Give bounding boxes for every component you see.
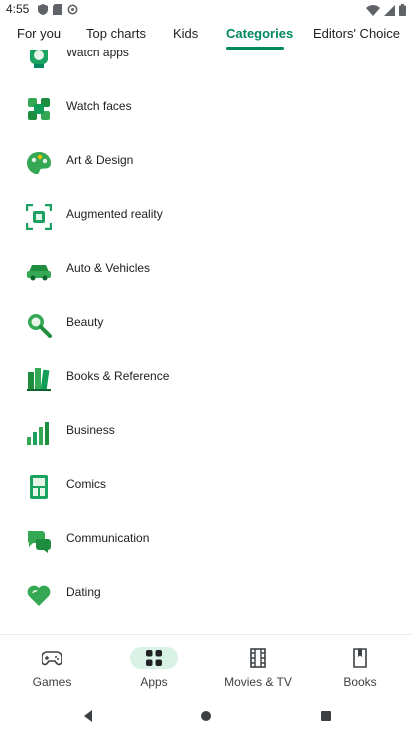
beauty-icon bbox=[28, 314, 52, 338]
nav-label: Apps bbox=[140, 675, 168, 689]
category-augmented-reality[interactable]: Augmented reality bbox=[0, 190, 412, 244]
wifi-icon bbox=[366, 4, 380, 16]
play-protect-icon bbox=[38, 4, 48, 15]
nav-apps[interactable]: Apps bbox=[104, 635, 204, 701]
category-books-reference[interactable]: Books & Reference bbox=[0, 352, 412, 406]
dating-icon bbox=[27, 585, 51, 606]
category-label: Watch apps bbox=[66, 50, 129, 59]
home-icon[interactable] bbox=[198, 708, 214, 724]
tab-kids[interactable]: Kids bbox=[173, 26, 198, 41]
system-status-icons bbox=[366, 4, 406, 16]
bottom-navigation: Games Apps Movies & TV Books bbox=[0, 634, 412, 701]
system-navigation-bar bbox=[0, 700, 412, 732]
category-watch-apps[interactable]: Watch apps bbox=[0, 50, 412, 82]
category-label: Art & Design bbox=[66, 153, 134, 167]
nav-label: Movies & TV bbox=[224, 675, 292, 689]
category-label: Comics bbox=[66, 477, 107, 491]
category-auto-vehicles[interactable]: Auto & Vehicles bbox=[0, 244, 412, 298]
art-design-icon bbox=[27, 152, 51, 174]
sync-icon bbox=[67, 4, 78, 15]
books-reference-icon bbox=[27, 368, 51, 391]
category-label: Augmented reality bbox=[66, 207, 163, 221]
recents-icon[interactable] bbox=[318, 708, 334, 724]
category-label: Watch faces bbox=[66, 99, 132, 113]
signal-icon bbox=[384, 4, 395, 16]
category-comics[interactable]: Comics bbox=[0, 460, 412, 514]
nav-books[interactable]: Books bbox=[310, 635, 410, 701]
gamepad-icon bbox=[42, 651, 62, 666]
comics-icon bbox=[30, 475, 48, 499]
nav-label: Books bbox=[343, 675, 377, 689]
tab-categories[interactable]: Categories bbox=[226, 26, 293, 41]
film-icon bbox=[250, 648, 266, 668]
status-bar: 4:55 bbox=[0, 0, 412, 20]
category-business[interactable]: Business bbox=[0, 406, 412, 460]
category-beauty[interactable]: Beauty bbox=[0, 298, 412, 352]
tab-editors-choice[interactable]: Editors' Choice bbox=[313, 26, 400, 41]
sd-card-icon bbox=[53, 4, 62, 15]
category-communication[interactable]: Communication bbox=[0, 514, 412, 568]
category-label: Beauty bbox=[66, 315, 104, 329]
auto-vehicles-icon bbox=[27, 265, 51, 281]
category-label: Communication bbox=[66, 531, 150, 545]
category-art-design[interactable]: Art & Design bbox=[0, 136, 412, 190]
apps-grid-icon bbox=[146, 650, 162, 666]
battery-icon bbox=[399, 4, 406, 16]
category-label: Business bbox=[66, 423, 115, 437]
augmented-reality-icon bbox=[26, 204, 52, 230]
tab-for-you[interactable]: For you bbox=[17, 26, 61, 41]
top-tabs: For you Top charts Kids Categories Edito… bbox=[0, 20, 412, 50]
category-label: Dating bbox=[66, 585, 101, 599]
business-icon bbox=[27, 422, 49, 445]
back-icon[interactable] bbox=[80, 708, 96, 724]
communication-icon bbox=[27, 531, 51, 553]
nav-movies-tv[interactable]: Movies & TV bbox=[208, 635, 308, 701]
category-dating[interactable]: Dating bbox=[0, 568, 412, 622]
status-time: 4:55 bbox=[6, 2, 30, 16]
category-list[interactable]: Watch apps Watch faces Art & Design Augm… bbox=[0, 50, 412, 634]
nav-games[interactable]: Games bbox=[2, 635, 102, 701]
notification-icons bbox=[38, 4, 78, 15]
tab-top-charts[interactable]: Top charts bbox=[86, 26, 146, 41]
watch-apps-icon bbox=[30, 50, 48, 68]
category-label: Books & Reference bbox=[66, 369, 170, 383]
watch-faces-icon bbox=[28, 98, 50, 120]
nav-label: Games bbox=[32, 675, 72, 689]
book-icon bbox=[353, 648, 367, 668]
category-watch-faces[interactable]: Watch faces bbox=[0, 82, 412, 136]
category-label: Auto & Vehicles bbox=[66, 261, 151, 275]
